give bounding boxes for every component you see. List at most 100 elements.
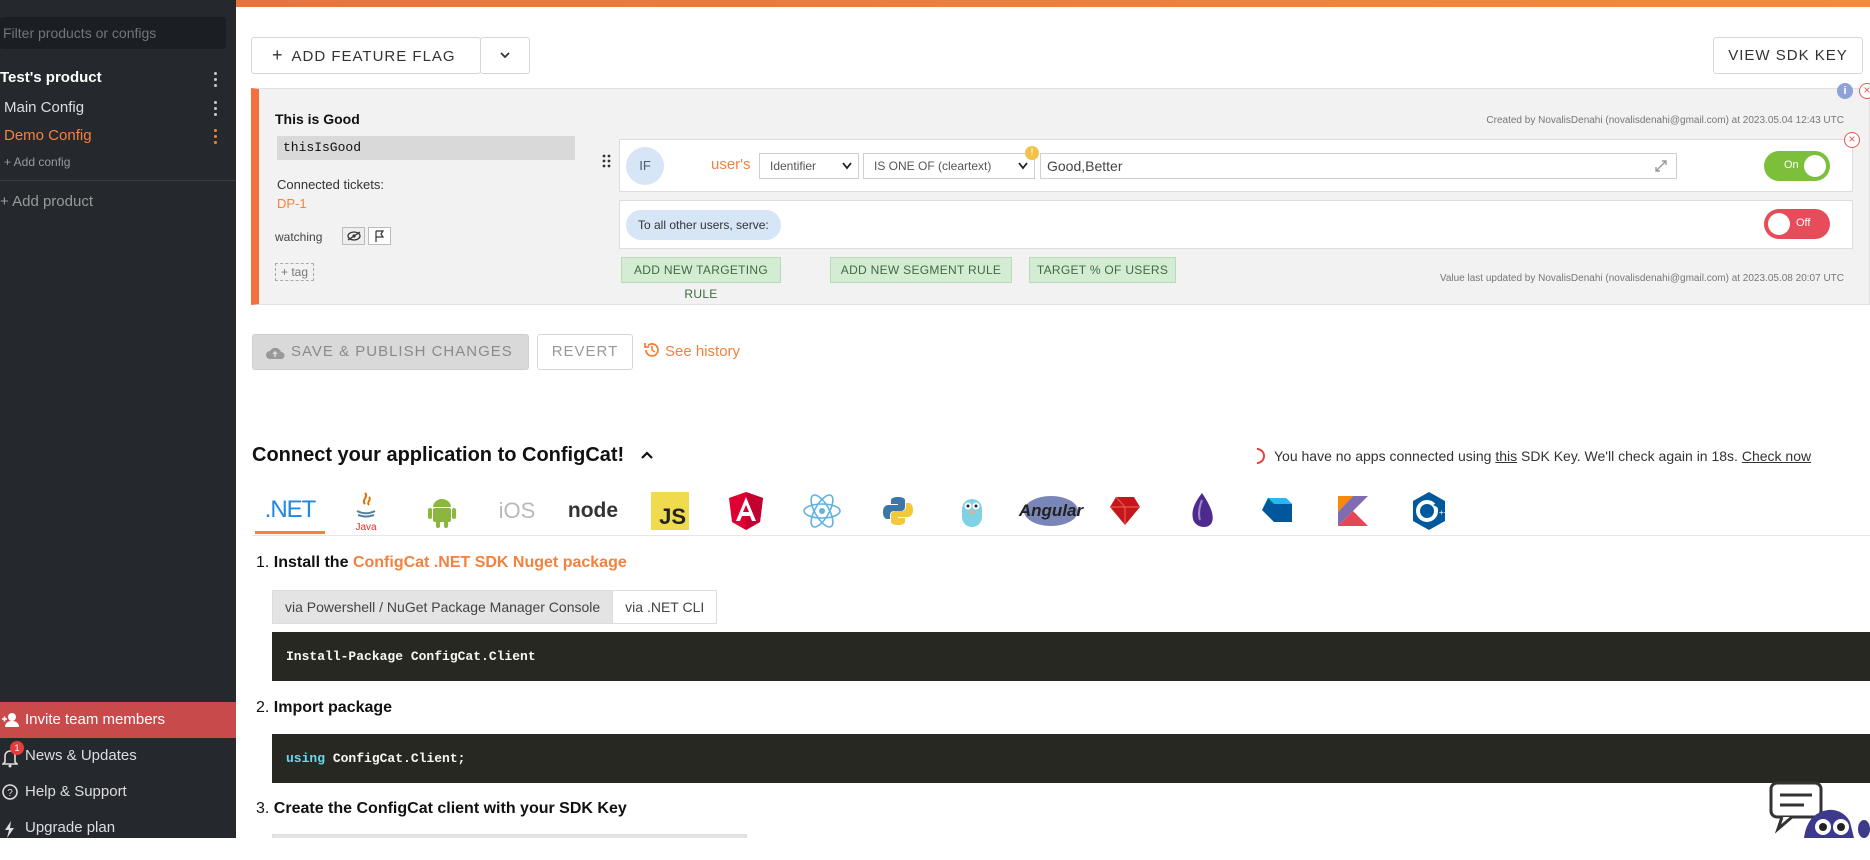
- sdk-tab-php[interactable]: Angular: [1016, 488, 1086, 534]
- php-icon: Angular: [1019, 496, 1083, 526]
- lightning-icon: [3, 810, 15, 860]
- connected-tickets-label: Connected tickets:: [277, 177, 384, 192]
- view-sdk-key-button[interactable]: VIEW SDK KEY: [1713, 37, 1863, 74]
- import-code-block: using ConfigCat.Client;: [272, 734, 1870, 783]
- add-feature-flag-button[interactable]: + ADD FEATURE FLAG: [251, 37, 481, 74]
- sdk-tab-java[interactable]: Java: [336, 488, 396, 534]
- flag-key: thisIsGood: [277, 136, 575, 160]
- attribute-select[interactable]: Identifier: [759, 153, 859, 179]
- default-toggle-off[interactable]: Off: [1764, 209, 1830, 239]
- divider: [0, 180, 236, 181]
- add-tag-button[interactable]: + tag: [275, 263, 315, 281]
- comparator-select[interactable]: IS ONE OF (cleartext): [863, 153, 1035, 179]
- sdk-tab-cpp[interactable]: ++: [1399, 488, 1459, 534]
- main-config-menu-icon[interactable]: [214, 101, 218, 117]
- step2-label: Import package: [273, 699, 393, 716]
- sidebar-item-demo-config[interactable]: Demo Config: [4, 127, 92, 144]
- default-rule: To all other users, serve: Off: [619, 200, 1853, 249]
- chevron-up-icon[interactable]: [640, 450, 654, 460]
- revert-button[interactable]: REVERT: [537, 334, 633, 370]
- install-code: Install-Package ConfigCat.Client: [286, 649, 536, 664]
- flag-name: This is Good: [275, 111, 360, 127]
- if-badge: IF: [626, 147, 664, 185]
- filter-input[interactable]: [0, 17, 226, 49]
- ticket-link[interactable]: DP-1: [277, 196, 307, 211]
- check-now-link[interactable]: Check now: [1742, 448, 1811, 464]
- plus-icon: +: [272, 45, 284, 65]
- sdk-tab-ruby[interactable]: [1095, 488, 1155, 534]
- comparison-value: Good,Better: [1047, 158, 1123, 174]
- sdk-tab-python[interactable]: [868, 488, 928, 534]
- sdk-tab-angular[interactable]: [716, 488, 776, 534]
- chat-widget-icon[interactable]: [1766, 779, 1870, 838]
- invite-team-button[interactable]: Invite team members: [0, 702, 236, 738]
- ios-icon: iOS: [498, 498, 536, 523]
- news-updates-button[interactable]: 1 News & Updates: [0, 738, 236, 774]
- sdk-tab-android[interactable]: [412, 488, 472, 534]
- nuget-package-link[interactable]: ConfigCat .NET SDK Nuget package: [353, 554, 627, 571]
- users-label: user's: [711, 156, 751, 173]
- add-targeting-rule-button[interactable]: ADD NEW TARGETING RULE: [621, 257, 781, 301]
- kotlin-icon: [1338, 496, 1368, 526]
- sdk-tab-go[interactable]: [942, 488, 1002, 534]
- comparison-value-input[interactable]: Good,Better: [1040, 153, 1677, 179]
- help-label: Help & Support: [25, 783, 127, 800]
- sdk-tab-kotlin[interactable]: [1323, 488, 1383, 534]
- sdk-status: You have no apps connected using this SD…: [1248, 447, 1811, 465]
- sdk-tab-elixir[interactable]: [1172, 488, 1232, 534]
- save-publish-button[interactable]: SAVE & PUBLISH CHANGES: [252, 334, 529, 370]
- sdk-tab-node[interactable]: node: [563, 488, 623, 534]
- product-menu-icon[interactable]: [214, 72, 218, 88]
- delete-rule-icon[interactable]: ×: [1844, 132, 1860, 148]
- see-history-link[interactable]: See history: [643, 341, 740, 360]
- demo-config-menu-icon[interactable]: [214, 129, 218, 145]
- help-support-button[interactable]: ? Help & Support: [0, 774, 236, 810]
- android-icon: [428, 499, 456, 528]
- add-config-link[interactable]: + Add config: [4, 155, 70, 169]
- add-segment-rule-button[interactable]: ADD NEW SEGMENT RULE: [830, 257, 1012, 283]
- tab-dotnet-cli[interactable]: via .NET CLI: [612, 591, 717, 623]
- add-flag-dropdown-button[interactable]: [480, 37, 530, 74]
- sdk-tab-react[interactable]: [792, 488, 852, 534]
- value-updated-text: Value last updated by NovalisDenahi (nov…: [1439, 273, 1844, 284]
- add-feature-flag-label: ADD FEATURE FLAG: [291, 48, 456, 65]
- target-percentage-button[interactable]: TARGET % OF USERS: [1029, 257, 1176, 283]
- add-product-link[interactable]: + Add product: [0, 193, 93, 210]
- comparator-value: IS ONE OF (cleartext): [874, 159, 992, 173]
- status-link[interactable]: this: [1495, 448, 1517, 464]
- js-icon: JS: [651, 492, 689, 530]
- sdk-tab-dart[interactable]: [1247, 488, 1307, 534]
- cloud-upload-icon: [266, 347, 285, 359]
- svg-text:++: ++: [1439, 508, 1447, 517]
- expand-icon[interactable]: [1654, 159, 1668, 173]
- sdk-tab-ios[interactable]: iOS: [487, 488, 547, 534]
- step-2-heading: 2. Import package: [256, 699, 393, 716]
- default-rule-label: To all other users, serve:: [626, 210, 781, 240]
- upgrade-label: Upgrade plan: [25, 819, 116, 836]
- go-icon: [962, 499, 982, 527]
- product-name[interactable]: Test's product: [0, 69, 102, 86]
- sidebar-item-main-config[interactable]: Main Config: [4, 99, 84, 116]
- sdk-tab-js[interactable]: JS: [640, 488, 700, 534]
- warning-icon[interactable]: !: [1025, 146, 1039, 160]
- import-keyword: using: [286, 751, 326, 766]
- sdk-tab-dotnet[interactable]: .NET: [255, 488, 325, 534]
- rule-toggle-on[interactable]: On: [1764, 151, 1830, 181]
- watching-label: watching: [275, 230, 323, 244]
- angular-icon: [729, 492, 763, 530]
- step3-tabs-hint: [272, 834, 747, 838]
- toggle-on-label: On: [1784, 159, 1799, 171]
- flag-icon[interactable]: [368, 227, 391, 245]
- info-icon[interactable]: i: [1837, 83, 1853, 99]
- close-card-icon[interactable]: ×: [1859, 83, 1870, 99]
- ruby-icon: [1110, 496, 1140, 525]
- drag-handle-icon[interactable]: [602, 154, 612, 168]
- eye-slash-icon[interactable]: [342, 227, 365, 245]
- step-3-heading: 3. Create the ConfigCat client with your…: [256, 800, 627, 817]
- upgrade-plan-button[interactable]: Upgrade plan: [0, 810, 236, 846]
- history-icon: [644, 343, 659, 357]
- sidebar: Test's product Main Config Demo Config +…: [0, 0, 236, 838]
- created-by-text: Created by NovalisDenahi (novalisdenahi@…: [1486, 115, 1844, 126]
- tab-powershell[interactable]: via Powershell / NuGet Package Manager C…: [273, 591, 613, 623]
- attribute-value: Identifier: [770, 159, 817, 173]
